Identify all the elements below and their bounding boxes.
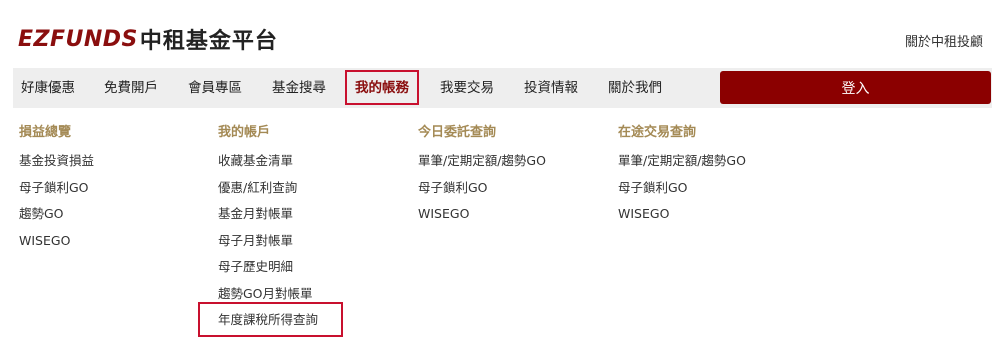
login-button[interactable]: 登入 <box>720 71 991 104</box>
menu-link[interactable]: 母子鎖利GO <box>19 175 94 202</box>
nav-item-fund-search[interactable]: 基金搜尋 <box>272 68 326 108</box>
menu-link[interactable]: 母子鎖利GO <box>618 175 746 202</box>
menu-column-title: 損益總覽 <box>19 125 72 140</box>
menu-link[interactable]: 單筆/定期定額/趨勢GO <box>618 148 746 175</box>
menu-link[interactable]: WISEGO <box>418 201 546 228</box>
nav-item-my-account[interactable]: 我的帳務 <box>345 70 419 105</box>
menu-column-title: 今日委託查詢 <box>418 125 497 140</box>
menu-link[interactable]: 收藏基金清單 <box>218 148 318 175</box>
menu-link[interactable]: 基金投資損益 <box>19 148 94 175</box>
site-logo[interactable]: EZFUNDS 中租基金平台 <box>18 25 278 55</box>
highlight-annotation-box <box>198 302 343 337</box>
about-company-link[interactable]: 關於中租投顧 <box>905 31 983 50</box>
nav-item-member-zone[interactable]: 會員專區 <box>188 68 242 108</box>
nav-item-open-account[interactable]: 免費開戶 <box>104 68 158 108</box>
menu-link[interactable]: WISEGO <box>19 228 94 255</box>
logo-text: 中租基金平台 <box>139 29 278 54</box>
menu-link[interactable]: WISEGO <box>618 201 746 228</box>
nav-item-investment-info[interactable]: 投資情報 <box>524 68 578 108</box>
site-header: EZFUNDS 中租基金平台 關於中租投顧 <box>0 0 1000 68</box>
menu-link[interactable]: 母子月對帳單 <box>218 228 318 255</box>
nav-item-trade[interactable]: 我要交易 <box>440 68 494 108</box>
menu-column-title: 在途交易查詢 <box>618 125 697 140</box>
menu-column-title: 我的帳戶 <box>218 125 271 140</box>
nav-item-about-us[interactable]: 關於我們 <box>608 68 662 108</box>
menu-link[interactable]: 單筆/定期定額/趨勢GO <box>418 148 546 175</box>
menu-column-pnl: 損益總覽 基金投資損益 母子鎖利GO 趨勢GO WISEGO <box>19 122 94 254</box>
nav-item-promotions[interactable]: 好康優惠 <box>21 68 75 108</box>
logo-mark: EZFUNDS <box>18 26 138 52</box>
menu-link[interactable]: 優惠/紅利查詢 <box>218 175 318 202</box>
menu-column-today-orders: 今日委託查詢 單筆/定期定額/趨勢GO 母子鎖利GO WISEGO <box>418 122 546 228</box>
menu-link[interactable]: 母子歷史明細 <box>218 254 318 281</box>
menu-link[interactable]: 母子鎖利GO <box>418 175 546 202</box>
menu-link[interactable]: 基金月對帳單 <box>218 201 318 228</box>
menu-column-in-transit: 在途交易查詢 單筆/定期定額/趨勢GO 母子鎖利GO WISEGO <box>618 122 746 228</box>
menu-link[interactable]: 趨勢GO <box>19 201 94 228</box>
